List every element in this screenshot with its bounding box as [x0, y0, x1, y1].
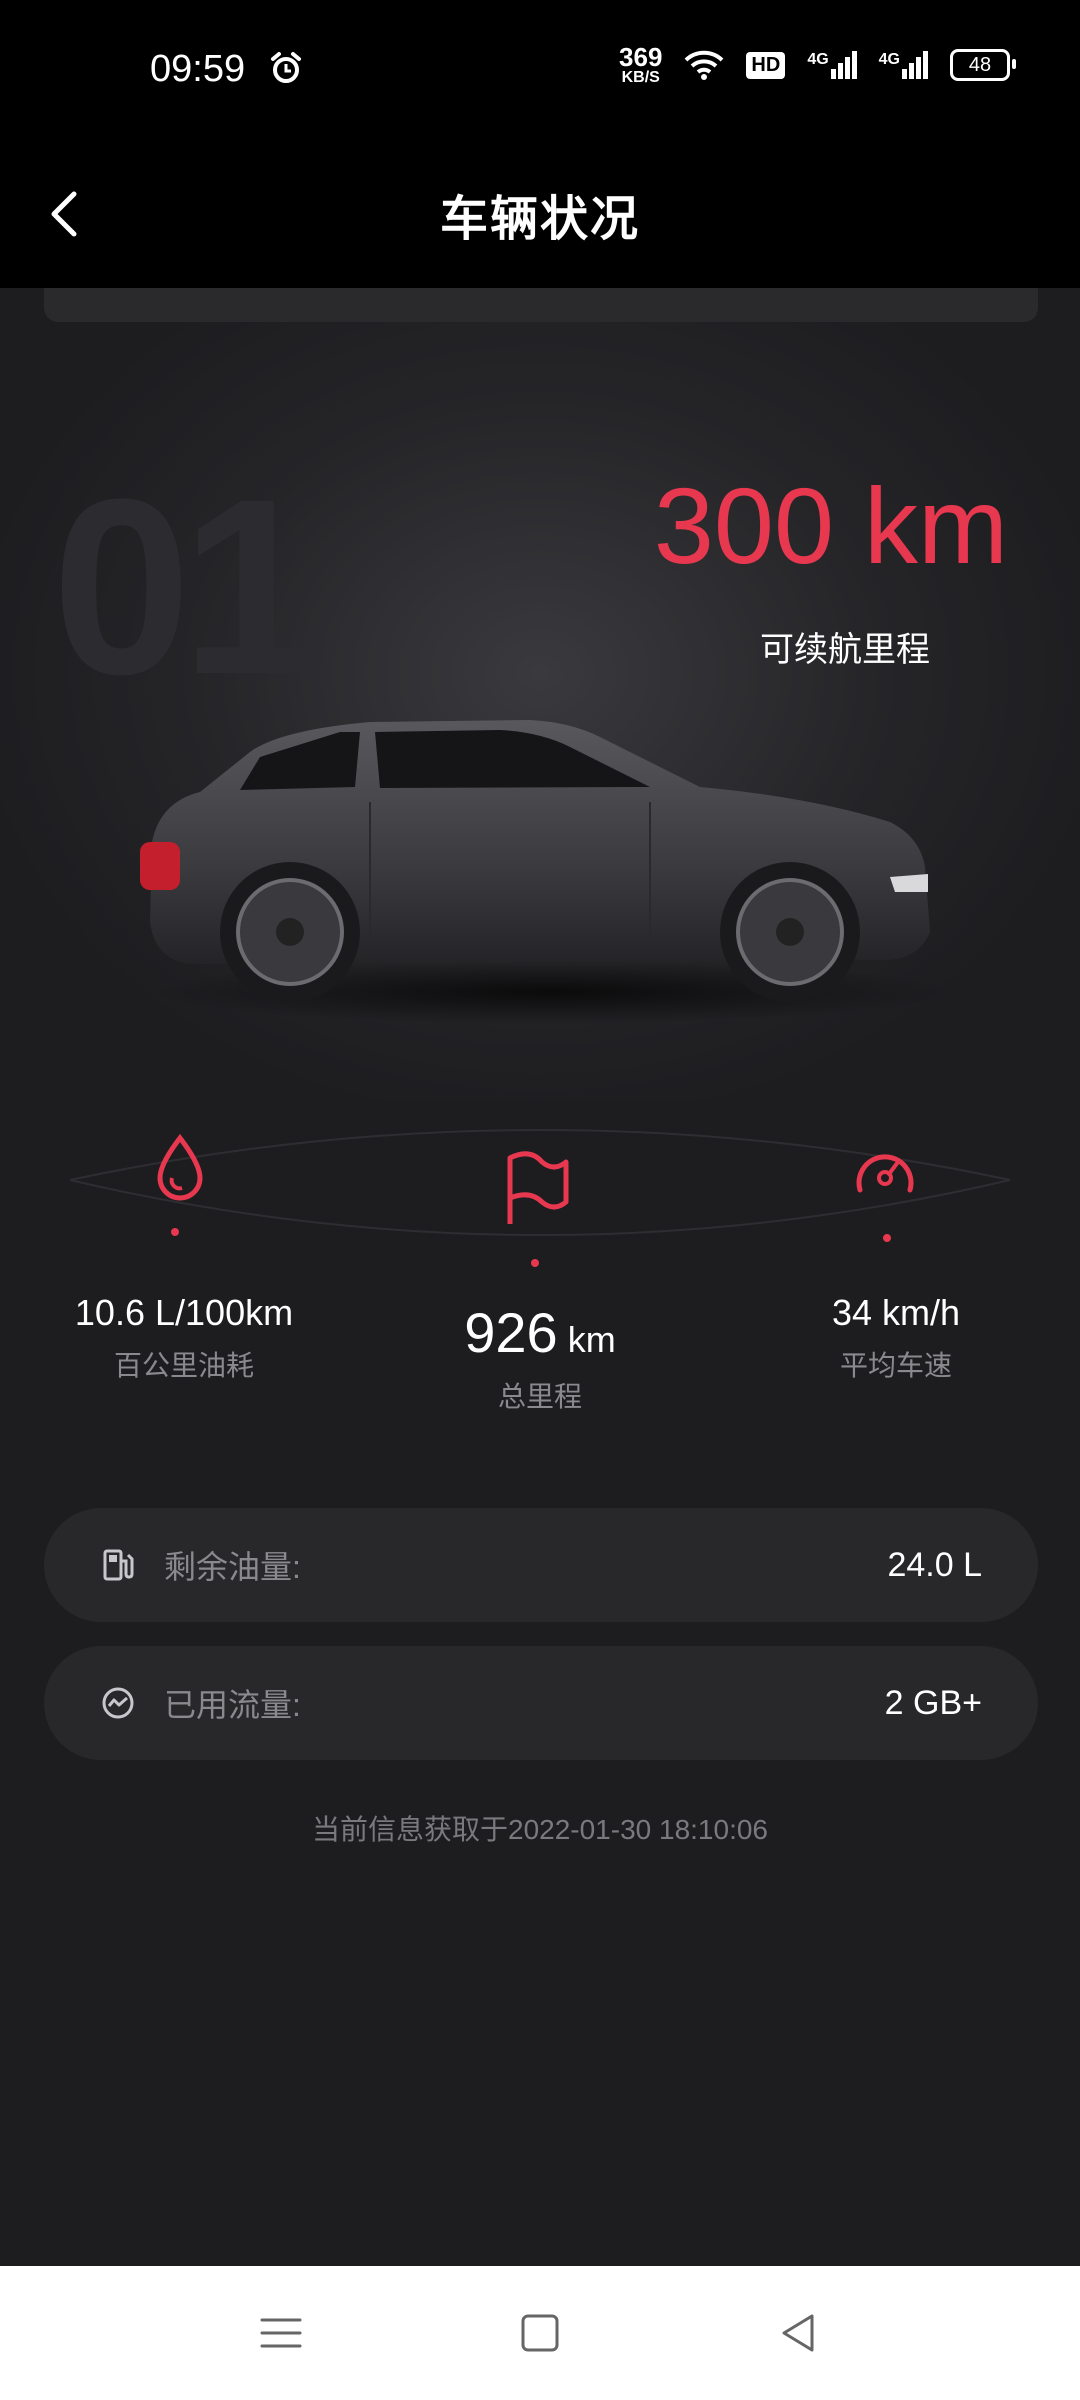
app-header: 车辆状况: [0, 140, 1080, 288]
status-bar: 09:59 369 KB/S HD 4G 4G 48: [0, 0, 1080, 140]
data-used-label: 已用流量:: [164, 1687, 301, 1723]
battery-icon: 48: [950, 49, 1016, 81]
avg-speed-unit: km/h: [882, 1292, 961, 1333]
home-icon[interactable]: [515, 2308, 565, 2358]
data-trend-icon: [102, 1687, 134, 1719]
fuel-remaining-row: 剩余油量: 24.0 L: [44, 1508, 1038, 1622]
flag-icon: [507, 1151, 569, 1224]
fuel-remaining-value: 24.0 L: [887, 1545, 982, 1584]
total-mileage-label: 总里程: [497, 1381, 582, 1412]
car-image: [140, 720, 950, 1024]
avg-speed-label: 平均车速: [839, 1350, 952, 1381]
update-timestamp: 当前信息获取于2022-01-30 18:10:06: [312, 1814, 768, 1845]
status-time: 09:59: [150, 48, 246, 90]
back-icon[interactable]: [774, 2308, 824, 2358]
data-used-row: 已用流量: 2 GB+: [44, 1646, 1038, 1760]
signal-icon: 4G: [879, 51, 928, 79]
signal-icon: 4G: [807, 51, 857, 79]
avg-speed-value: 34: [831, 1292, 872, 1333]
stat-fuel-consumption: 10.6 L/100km 百公里油耗: [24, 1292, 344, 1384]
total-mileage-unit: km: [567, 1319, 616, 1360]
range-value: 300 km: [653, 465, 1008, 586]
system-nav-bar: [0, 2266, 1080, 2400]
vehicle-hero: 01 300 km 可续航里程: [0, 322, 1080, 1102]
speedometer-icon: [856, 1154, 914, 1193]
data-used-value: 2 GB+: [884, 1683, 982, 1722]
total-mileage-value: 926: [464, 1301, 558, 1364]
hd-voice-badge: HD: [746, 51, 786, 79]
status-indicators: 369 KB/S HD 4G 4G 48: [619, 42, 1016, 86]
fuel-remaining-label: 剩余油量:: [164, 1549, 301, 1585]
stat-total-mileage: 926 km 总里程: [380, 1300, 700, 1415]
page-title: 车辆状况: [439, 193, 640, 246]
range-label: 可续航里程: [760, 631, 930, 669]
fuel-consumption-label: 百公里油耗: [113, 1350, 254, 1381]
model-watermark: 01: [52, 447, 320, 726]
alarm-icon: [271, 52, 301, 83]
menu-icon[interactable]: [256, 2308, 306, 2358]
stat-avg-speed: 34 km/h 平均车速: [736, 1292, 1056, 1384]
back-arrow-icon[interactable]: [40, 184, 100, 244]
gas-pump-icon: [103, 1549, 134, 1581]
wifi-icon: [685, 50, 724, 80]
network-speed: 369 KB/S: [619, 42, 663, 86]
fuel-consumption-value: 10.6: [74, 1292, 145, 1333]
drop-icon: [157, 1133, 203, 1201]
fuel-consumption-unit: L/100km: [155, 1292, 294, 1333]
